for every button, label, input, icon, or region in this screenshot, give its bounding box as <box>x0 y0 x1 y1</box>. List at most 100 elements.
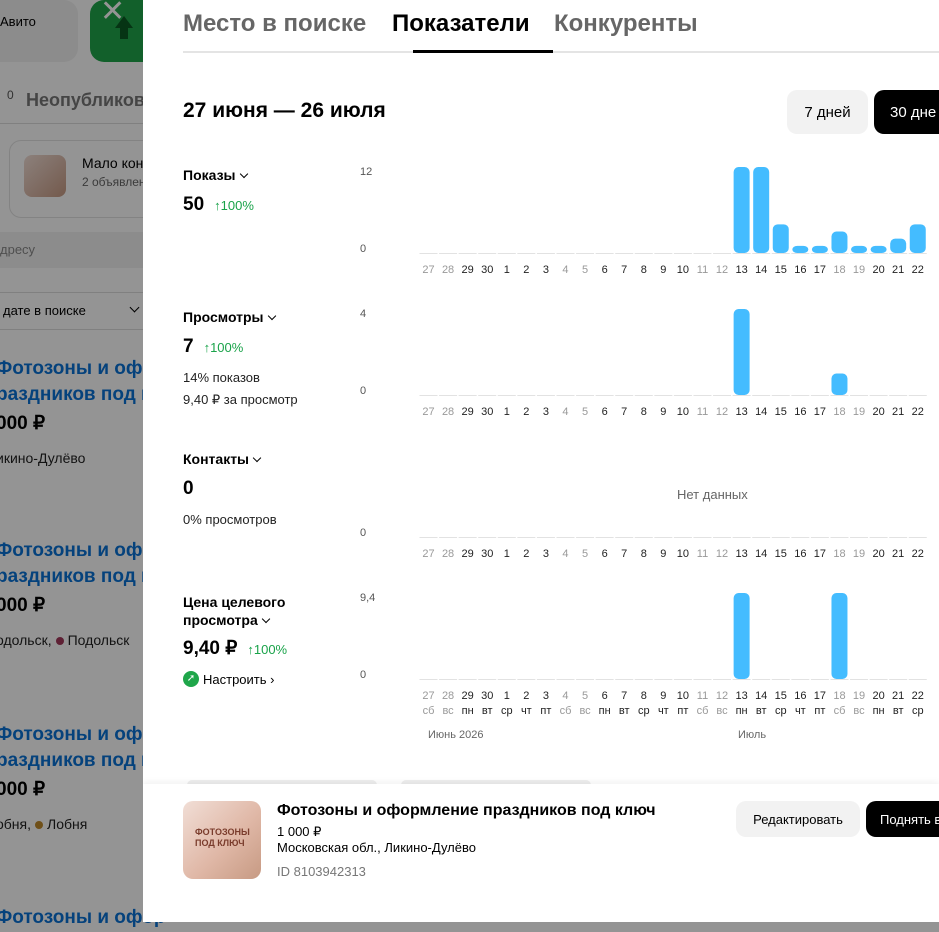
x-tick-label: 2 <box>523 264 529 276</box>
x-tick-label: 6 <box>602 548 608 560</box>
x-tick-label: 27 <box>422 548 434 560</box>
weekday-label: вт <box>482 705 493 717</box>
weekday-label: вт <box>619 705 630 717</box>
x-tick-label: 19 <box>853 690 865 702</box>
bar <box>909 224 926 253</box>
x-tick-label: 20 <box>872 264 884 276</box>
x-tick-label: 6 <box>602 264 608 276</box>
x-tick-label: 20 <box>872 690 884 702</box>
x-tick-label: 18 <box>833 406 845 418</box>
stats-modal: Место в поиске Показатели Конкуренты 27 … <box>143 0 939 922</box>
x-tick-label: 3 <box>543 264 549 276</box>
x-tick-label: 8 <box>641 690 647 702</box>
x-tick-label: 28 <box>442 690 454 702</box>
x-tick-label: 16 <box>794 406 806 418</box>
x-tick-label: 28 <box>442 548 454 560</box>
bar <box>851 245 868 253</box>
x-tick-label: 22 <box>912 264 924 276</box>
x-tick-label: 1 <box>504 264 510 276</box>
x-tick-label: 6 <box>602 406 608 418</box>
x-tick-label: 18 <box>833 690 845 702</box>
listing-location: Московская обл., Ликино-Дулёво <box>277 840 476 855</box>
x-tick-label: 22 <box>912 406 924 418</box>
weekday-label: пн <box>736 705 748 717</box>
x-tick-label: 13 <box>735 690 747 702</box>
x-tick-label: 15 <box>775 264 787 276</box>
weekday-label: пн <box>462 705 474 717</box>
weekday-label: пт <box>814 705 825 717</box>
listing-thumbnail: ФОТОЗОНЫ ПОД КЛЮЧ <box>183 801 261 879</box>
x-tick-label: 16 <box>794 690 806 702</box>
x-tick-label: 16 <box>794 548 806 560</box>
weekday-label: вс <box>442 705 454 717</box>
x-tick-label: 7 <box>621 406 627 418</box>
x-tick-label: 4 <box>562 264 568 276</box>
x-tick-label: 19 <box>853 406 865 418</box>
x-tick-label: 5 <box>582 548 588 560</box>
weekday-label: сб <box>697 705 709 717</box>
x-tick-label: 1 <box>504 406 510 418</box>
bar <box>811 245 828 253</box>
weekday-label: вс <box>579 705 591 717</box>
x-tick-label: 4 <box>562 406 568 418</box>
x-tick-label: 2 <box>523 548 529 560</box>
x-tick-label: 10 <box>677 548 689 560</box>
x-tick-label: 5 <box>582 264 588 276</box>
x-tick-label: 30 <box>481 406 493 418</box>
x-tick-label: 21 <box>892 690 904 702</box>
x-tick-label: 19 <box>853 264 865 276</box>
x-tick-label: 21 <box>892 264 904 276</box>
x-tick-label: 28 <box>442 264 454 276</box>
listing-title[interactable]: Фотозоны и оформление праздников под клю… <box>277 802 656 820</box>
x-tick-label: 21 <box>892 406 904 418</box>
bar <box>831 231 848 253</box>
edit-button[interactable]: Редактировать <box>736 801 860 837</box>
x-tick-label: 30 <box>481 690 493 702</box>
x-tick-label: 12 <box>716 690 728 702</box>
x-tick-label: 16 <box>794 264 806 276</box>
weekday-label: ср <box>912 705 924 717</box>
bar <box>753 167 770 253</box>
x-tick-label: 27 <box>422 264 434 276</box>
weekday-label: сб <box>834 705 846 717</box>
x-tick-label: 14 <box>755 406 767 418</box>
x-tick-label: 13 <box>735 548 747 560</box>
x-tick-label: 1 <box>504 548 510 560</box>
x-tick-label: 3 <box>543 690 549 702</box>
weekday-label: вт <box>893 705 904 717</box>
x-tick-label: 5 <box>582 406 588 418</box>
x-tick-label: 3 <box>543 548 549 560</box>
x-tick-label: 10 <box>677 264 689 276</box>
weekday-label: чт <box>521 705 532 717</box>
x-tick-label: 18 <box>833 548 845 560</box>
x-tick-label: 1 <box>504 690 510 702</box>
x-tick-label: 11 <box>697 264 708 276</box>
x-tick-label: 8 <box>641 548 647 560</box>
weekday-label: ср <box>775 705 787 717</box>
x-tick-label: 22 <box>912 548 924 560</box>
bar <box>890 238 907 253</box>
bar <box>792 245 809 253</box>
x-tick-label: 9 <box>660 264 666 276</box>
x-tick-label: 28 <box>442 406 454 418</box>
weekday-label: чт <box>658 705 669 717</box>
bar <box>870 245 887 253</box>
x-tick-label: 20 <box>872 548 884 560</box>
x-tick-label: 12 <box>716 264 728 276</box>
weekday-label: сб <box>560 705 572 717</box>
x-tick-label: 12 <box>716 406 728 418</box>
weekday-label: сб <box>423 705 435 717</box>
raise-button[interactable]: Поднять в <box>866 801 939 837</box>
x-tick-label: 17 <box>814 406 826 418</box>
charts-svg: 27 28 29 30 1 2 3 4 5 6 7 8 9 10 11 12 13 14 15 16 17 18 19 20 2… <box>419 167 927 717</box>
x-tick-label: 9 <box>660 548 666 560</box>
x-tick-label: 17 <box>814 264 826 276</box>
x-tick-label: 11 <box>697 690 708 702</box>
x-tick-label: 6 <box>602 690 608 702</box>
x-tick-label: 8 <box>641 406 647 418</box>
bar <box>733 593 750 679</box>
x-tick-label: 12 <box>716 548 728 560</box>
x-tick-label: 15 <box>775 548 787 560</box>
x-tick-label: 11 <box>697 406 708 418</box>
x-tick-label: 3 <box>543 406 549 418</box>
